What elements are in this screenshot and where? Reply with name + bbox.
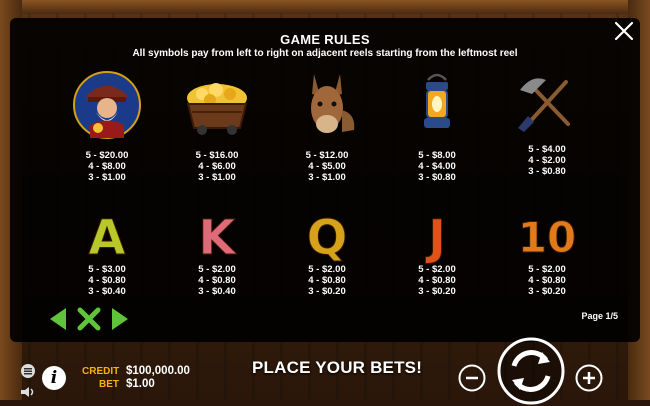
menu-icon[interactable] [18,364,38,378]
j-pay-4: 4 - $0.80 [418,275,456,286]
rules-navigation [46,306,136,332]
shovel-pickaxe-icon [518,78,570,132]
increase-bet-button[interactable] [575,364,603,392]
number-10-symbol: 10 [517,213,577,263]
q-pay-5: 5 - $2.00 [308,264,346,275]
bottom-control-bar: i CREDIT $100,000.00 BET $1.00 PLACE YOU… [0,337,650,405]
k-pay-4: 4 - $0.80 [198,275,236,286]
j-pay-3: 3 - $0.20 [418,286,456,297]
paytable-cell-j: J 5 - $2.00 4 - $0.80 3 - $0.20 [382,200,492,330]
wood-beam-top [0,0,650,14]
letter-q-symbol: Q [306,210,348,267]
lantern-pay-4: 4 - $4.00 [418,161,456,172]
sound-icon[interactable] [20,386,36,398]
miner-pay-3: 3 - $1.00 [88,172,126,183]
credit-value: $100,000.00 [126,365,190,377]
gold-cart-icon [186,83,248,135]
ten-pay-4: 4 - $0.80 [528,275,566,286]
rules-subtitle: All symbols pay from left to right on ad… [132,48,518,59]
a-pay-5: 5 - $3.00 [88,264,126,275]
place-your-bets-message: PLACE YOUR BETS! [252,358,423,377]
shovel-pickaxe-pay-4: 4 - $2.00 [528,155,566,166]
letter-j-symbol: J [428,210,447,267]
paytable-cell-k: K 5 - $2.00 4 - $0.80 3 - $0.40 [162,200,272,330]
ten-pay-5: 5 - $2.00 [528,264,566,275]
paytable-cell-donkey: 5 - $12.00 4 - $5.00 3 - $1.00 [272,70,382,200]
a-pay-3: 3 - $0.40 [88,286,126,297]
gold-cart-pay-3: 3 - $1.00 [198,172,236,183]
rules-title: GAME RULES [280,32,370,47]
donkey-icon [311,74,355,133]
lantern-pay-5: 5 - $8.00 [418,150,456,161]
shovel-pickaxe-pay-3: 3 - $0.80 [528,166,566,177]
paytable-cell-gold-cart: 5 - $16.00 4 - $6.00 3 - $1.00 [162,70,272,200]
letter-k-symbol: K [198,210,236,267]
shovel-pickaxe-pay-5: 5 - $4.00 [528,144,566,155]
close-x-icon[interactable] [76,306,102,332]
previous-page-arrow-icon[interactable] [46,306,70,332]
miner-pay-4: 4 - $8.00 [88,161,126,172]
ten-pay-3: 3 - $0.20 [528,286,566,297]
next-page-arrow-icon[interactable] [108,306,132,332]
k-pay-5: 5 - $2.00 [198,264,236,275]
miner-pay-5: 5 - $20.00 [85,150,129,161]
donkey-pay-4: 4 - $5.00 [308,161,346,172]
bet-label: BET [99,379,119,390]
lantern-pay-3: 3 - $0.80 [418,172,456,183]
spin-button[interactable] [496,336,566,406]
close-icon[interactable] [613,20,635,42]
paytable-cell-shovel-pickaxe: 5 - $4.00 4 - $2.00 3 - $0.80 [492,70,602,200]
paytable-cell-miner: 5 - $20.00 4 - $8.00 3 - $1.00 [52,70,162,200]
credit-label: CREDIT [82,366,120,377]
bet-value: $1.00 [126,378,155,390]
gold-cart-pay-4: 4 - $6.00 [198,161,236,172]
k-pay-3: 3 - $0.40 [198,286,236,297]
donkey-pay-3: 3 - $1.00 [308,172,346,183]
game-rules-panel: GAME RULES All symbols pay from left to … [10,18,640,342]
j-pay-5: 5 - $2.00 [418,264,456,275]
a-pay-4: 4 - $0.80 [88,275,126,286]
donkey-pay-5: 5 - $12.00 [305,150,349,161]
q-pay-4: 4 - $0.80 [308,275,346,286]
miner-icon [73,71,141,139]
paytable-cell-q: Q 5 - $2.00 4 - $0.80 3 - $0.20 [272,200,382,330]
gold-cart-pay-5: 5 - $16.00 [195,150,239,161]
letter-a-symbol: A [88,210,126,267]
decrease-bet-button[interactable] [458,364,486,392]
lantern-icon [424,73,450,128]
q-pay-3: 3 - $0.20 [308,286,346,297]
info-button[interactable]: i [42,366,66,390]
paytable-cell-lantern: 5 - $8.00 4 - $4.00 3 - $0.80 [382,70,492,200]
page-indicator: Page 1/5 [581,311,618,321]
